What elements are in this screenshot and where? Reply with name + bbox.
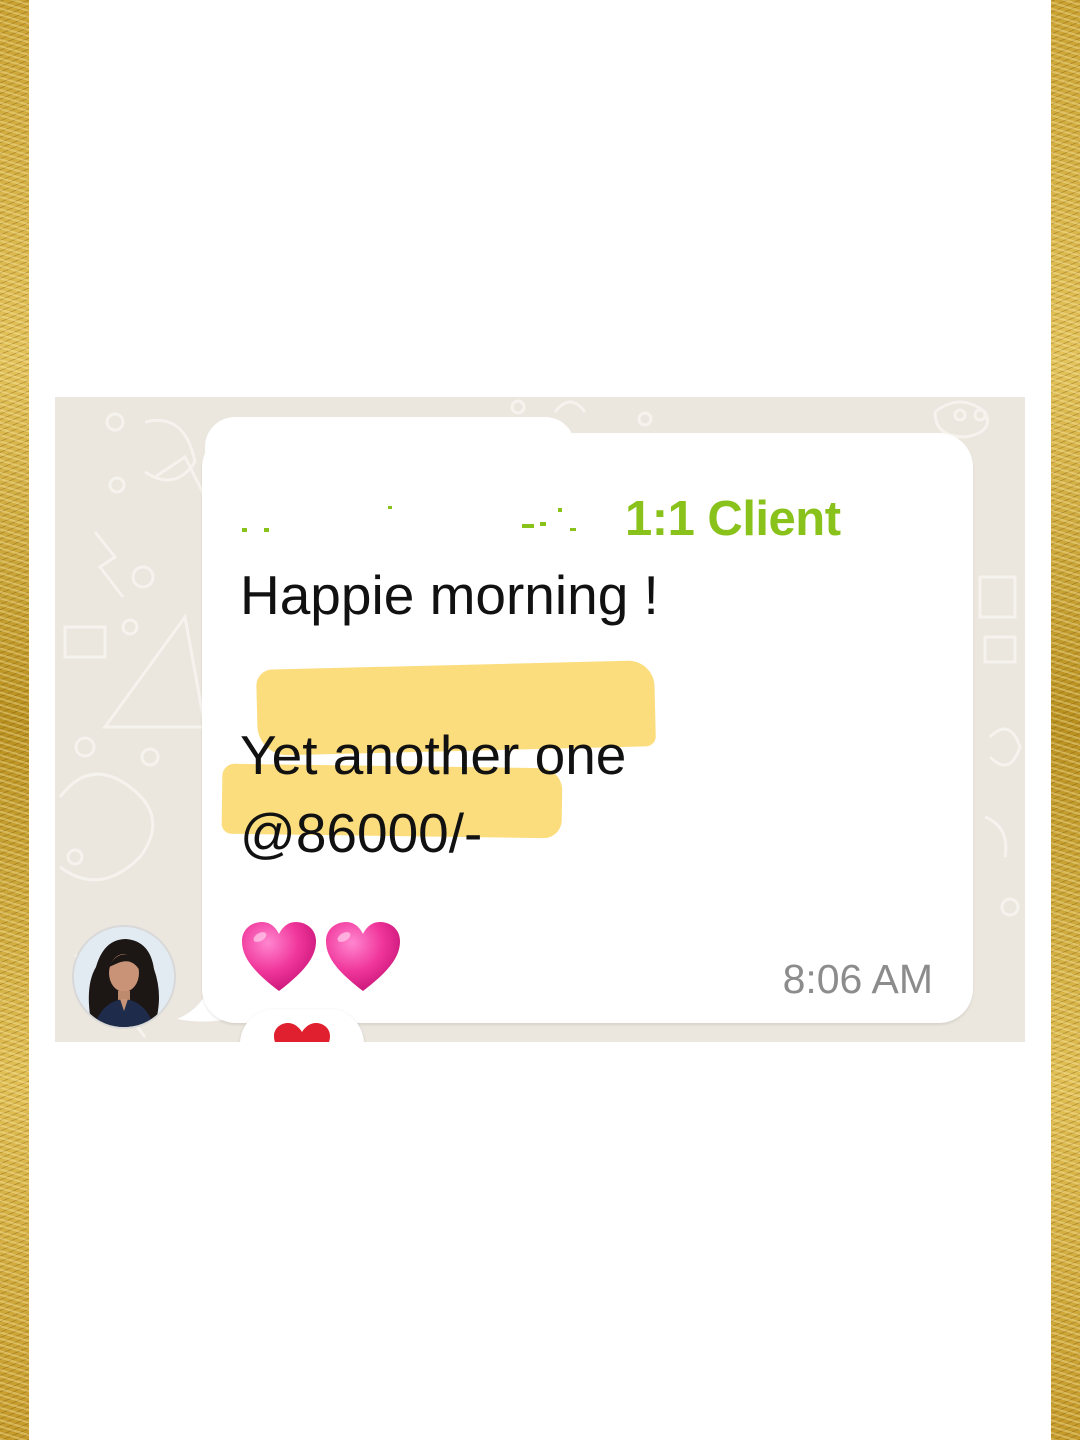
- redacted-sender-name: [242, 506, 576, 532]
- pink-heart-emoji-icon: [326, 922, 400, 991]
- red-heart-reaction-icon: [274, 1023, 330, 1042]
- avatar-portrait: [74, 927, 174, 1027]
- message-greeting: Happie morning !: [240, 564, 659, 626]
- chat-screenshot: 1:1 Client Happie morning ! Yet another …: [55, 397, 1025, 1042]
- emoji-row: [240, 921, 402, 1001]
- gold-border-right: [1051, 0, 1080, 1440]
- message-timestamp: 8:06 AM: [782, 956, 933, 1002]
- sender-avatar[interactable]: [72, 925, 176, 1029]
- gold-border-left: [0, 0, 29, 1440]
- message-line: Yet another one: [240, 724, 627, 786]
- message-amount: @86000/-: [240, 802, 483, 864]
- pink-heart-emoji-icon: [242, 922, 316, 991]
- reaction-pill[interactable]: [240, 1009, 364, 1042]
- message-bubble[interactable]: 1:1 Client Happie morning ! Yet another …: [202, 433, 973, 1023]
- sender-tag: 1:1 Client: [625, 492, 841, 546]
